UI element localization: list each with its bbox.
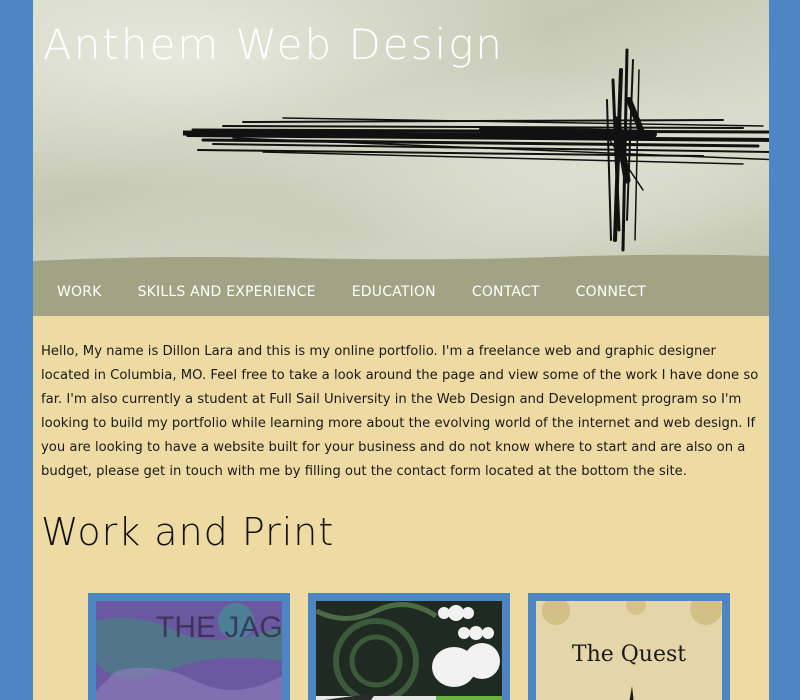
portfolio-item-jaguar-shark[interactable]: THE JAGUAR SHARK bbox=[88, 593, 290, 700]
nav-item-education[interactable]: EDUCATION bbox=[352, 284, 436, 300]
work-and-print-heading: Work and Print bbox=[41, 510, 335, 554]
nav-item-contact[interactable]: CONTACT bbox=[472, 284, 540, 300]
jaguar-shark-caption: THE JAGUAR SHARK bbox=[156, 611, 282, 644]
nav-item-connect[interactable]: CONNECT bbox=[576, 284, 646, 300]
brush-cross-graphic bbox=[183, 48, 769, 252]
nav-item-skills-and-experience[interactable]: SKILLS AND EXPERIENCE bbox=[138, 284, 316, 300]
nav-wave-edge bbox=[33, 254, 769, 266]
jaguar-shark-thumbnail: THE JAGUAR SHARK bbox=[96, 601, 282, 700]
page-container: Anthem Web Design WORK SKILLS AND EXPERI… bbox=[33, 0, 769, 700]
portfolio-item-the-quest[interactable]: The Quest bbox=[528, 593, 730, 700]
portfolio-item-flowers[interactable] bbox=[308, 593, 510, 700]
nav-item-work[interactable]: WORK bbox=[57, 284, 102, 300]
the-quest-thumbnail: The Quest bbox=[536, 601, 722, 700]
the-quest-caption: The Quest bbox=[572, 642, 686, 667]
flower-art-thumbnail bbox=[316, 601, 502, 700]
header-banner: Anthem Web Design bbox=[33, 0, 769, 270]
main-nav: WORK SKILLS AND EXPERIENCE EDUCATION CON… bbox=[33, 254, 769, 316]
intro-paragraph: Hello, My name is Dillon Lara and this i… bbox=[41, 344, 759, 479]
